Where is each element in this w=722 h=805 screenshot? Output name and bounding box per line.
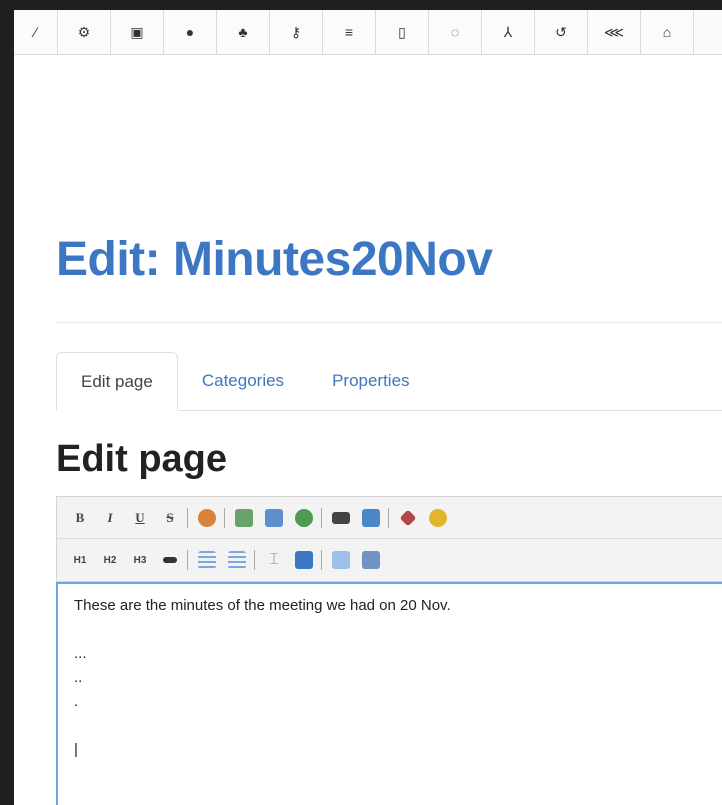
- app-window: ⁄ ⚙ ▣ ● ♣ ⚷ ≡ ▯ ◌ ⅄ ↺ ⋘ ⌂ Edit: Minutes2…: [14, 10, 722, 805]
- toolbar-separator: [187, 550, 188, 570]
- page-title: Edit: Minutes20Nov: [56, 233, 493, 286]
- title-divider: [56, 322, 722, 323]
- spinner-icon[interactable]: ◌: [429, 10, 482, 54]
- user-icon[interactable]: ●: [164, 10, 217, 54]
- tree-icon[interactable]: ⅄: [482, 10, 535, 54]
- top-toolbar: ⁄ ⚙ ▣ ● ♣ ⚷ ≡ ▯ ◌ ⅄ ↺ ⋘ ⌂: [14, 10, 722, 55]
- tab-categories[interactable]: Categories: [178, 352, 308, 410]
- toolbar-separator: [388, 507, 389, 528]
- group-icon[interactable]: ♣: [217, 10, 270, 54]
- save-icon[interactable]: [291, 547, 317, 573]
- editor-line: ...: [74, 645, 87, 662]
- key-icon[interactable]: ⚷: [270, 10, 323, 54]
- heading1-icon[interactable]: H1: [67, 547, 93, 573]
- toolbar-separator: [254, 550, 255, 570]
- smiley-icon[interactable]: [425, 505, 451, 531]
- editor-line: These are the minutes of the meeting we …: [74, 597, 451, 614]
- split-icon[interactable]: ⌶: [261, 547, 287, 573]
- list-icon[interactable]: ≡: [323, 10, 376, 54]
- toolbar-separator: [321, 550, 322, 570]
- color-icon[interactable]: [194, 505, 220, 531]
- wand-icon[interactable]: ⁄: [14, 10, 58, 54]
- box-icon[interactable]: [328, 547, 354, 573]
- underline-icon[interactable]: U: [127, 505, 153, 531]
- editor-line: .: [74, 693, 79, 710]
- clipboard-icon[interactable]: ▯: [376, 10, 429, 54]
- link-icon[interactable]: [231, 505, 257, 531]
- tab-edit-page[interactable]: Edit page: [56, 352, 178, 411]
- toolbar-separator: [321, 507, 322, 528]
- editor-line: ..: [74, 669, 83, 686]
- editor-textarea[interactable]: These are the minutes of the meeting we …: [56, 582, 722, 805]
- italic-icon[interactable]: I: [97, 505, 123, 531]
- horizontal-rule-icon[interactable]: [157, 547, 183, 573]
- editor-toolbar-row-2: H1 H2 H3 ⌶: [57, 539, 722, 581]
- bold-icon[interactable]: B: [67, 505, 93, 531]
- insert-image-icon[interactable]: [261, 505, 287, 531]
- editor-toolbar: B I U S H1 H2 H3 ⌶: [56, 496, 722, 582]
- strikethrough-icon[interactable]: S: [157, 505, 183, 531]
- undo-icon[interactable]: ↺: [535, 10, 588, 54]
- table-icon[interactable]: [358, 505, 384, 531]
- image-icon[interactable]: ▣: [111, 10, 164, 54]
- section-heading: Edit page: [56, 438, 228, 480]
- toolbar-separator: [224, 507, 225, 528]
- cube-icon[interactable]: [395, 505, 421, 531]
- share-icon[interactable]: ⋘: [588, 10, 641, 54]
- heading3-icon[interactable]: H3: [127, 547, 153, 573]
- gear-icon[interactable]: ⚙: [58, 10, 111, 54]
- bullet-list-icon[interactable]: [194, 547, 220, 573]
- home-icon[interactable]: ⌂: [641, 10, 694, 54]
- binoculars-icon[interactable]: [328, 505, 354, 531]
- heading2-icon[interactable]: H2: [97, 547, 123, 573]
- globe-icon[interactable]: [291, 505, 317, 531]
- grid-icon[interactable]: [358, 547, 384, 573]
- tab-properties[interactable]: Properties: [308, 352, 433, 410]
- numbered-list-icon[interactable]: [224, 547, 250, 573]
- toolbar-separator: [187, 507, 188, 528]
- tab-bar: Edit page Categories Properties: [56, 352, 722, 411]
- editor-toolbar-row-1: B I U S: [57, 497, 722, 539]
- editor-line: |: [74, 741, 78, 758]
